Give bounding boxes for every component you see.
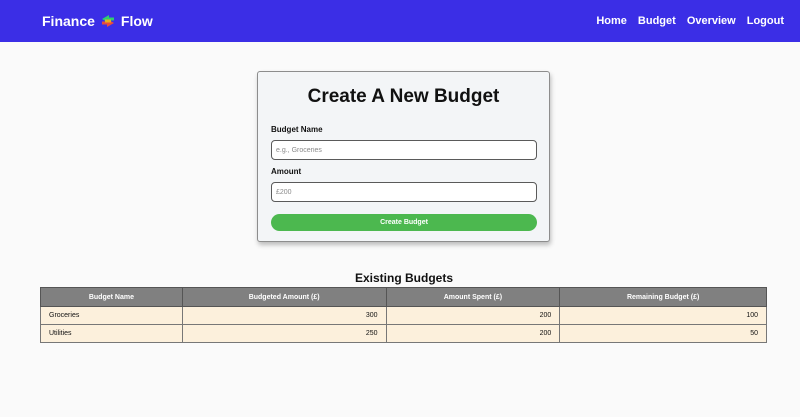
amount-input[interactable]	[271, 182, 537, 202]
cell-budgeted-amount: 300	[181, 306, 387, 325]
nav-link-logout[interactable]: Logout	[747, 15, 784, 27]
cell-amount-spent: 200	[385, 306, 561, 325]
table-row: Utilities 250 200 50	[40, 324, 767, 343]
cell-remaining-budget: 100	[559, 306, 767, 325]
nav-link-budget[interactable]: Budget	[638, 15, 676, 27]
cell-budget-name: Groceries	[40, 306, 183, 325]
nav-links: Home Budget Overview Logout	[596, 0, 800, 42]
nav-link-overview[interactable]: Overview	[687, 15, 736, 27]
budget-name-label: Budget Name	[271, 125, 323, 134]
amount-label: Amount	[271, 167, 302, 176]
brand-logo[interactable]: Finance Flow	[42, 13, 153, 29]
existing-budgets-title: Existing Budgets	[354, 271, 453, 285]
table-header-row: Budget Name Budgeted Amount (£) Amount S…	[40, 287, 767, 307]
cell-remaining-budget: 50	[559, 324, 767, 343]
navbar: Finance Flow Home Budget Overview Logout	[0, 0, 800, 42]
header-remaining-budget: Remaining Budget (£)	[559, 287, 767, 307]
create-budget-button[interactable]: Create Budget	[271, 214, 537, 231]
header-budgeted-amount: Budgeted Amount (£)	[181, 287, 387, 307]
create-budget-card: Create A New Budget Budget Name Amount C…	[257, 71, 550, 242]
header-amount-spent: Amount Spent (£)	[385, 287, 561, 307]
brand-name-right: Flow	[120, 13, 153, 29]
create-budget-title: Create A New Budget	[307, 86, 500, 107]
brand-name-left: Finance	[42, 13, 95, 29]
cell-amount-spent: 200	[385, 324, 561, 343]
cell-budget-name: Utilities	[40, 324, 183, 343]
header-budget-name: Budget Name	[40, 287, 183, 307]
nav-link-home[interactable]: Home	[596, 15, 627, 27]
exchange-arrows-icon	[101, 15, 114, 27]
table-row: Groceries 300 200 100	[40, 306, 767, 325]
budgets-table: Budget Name Budgeted Amount (£) Amount S…	[40, 287, 767, 343]
budget-name-input[interactable]	[271, 140, 537, 160]
cell-budgeted-amount: 250	[181, 324, 387, 343]
